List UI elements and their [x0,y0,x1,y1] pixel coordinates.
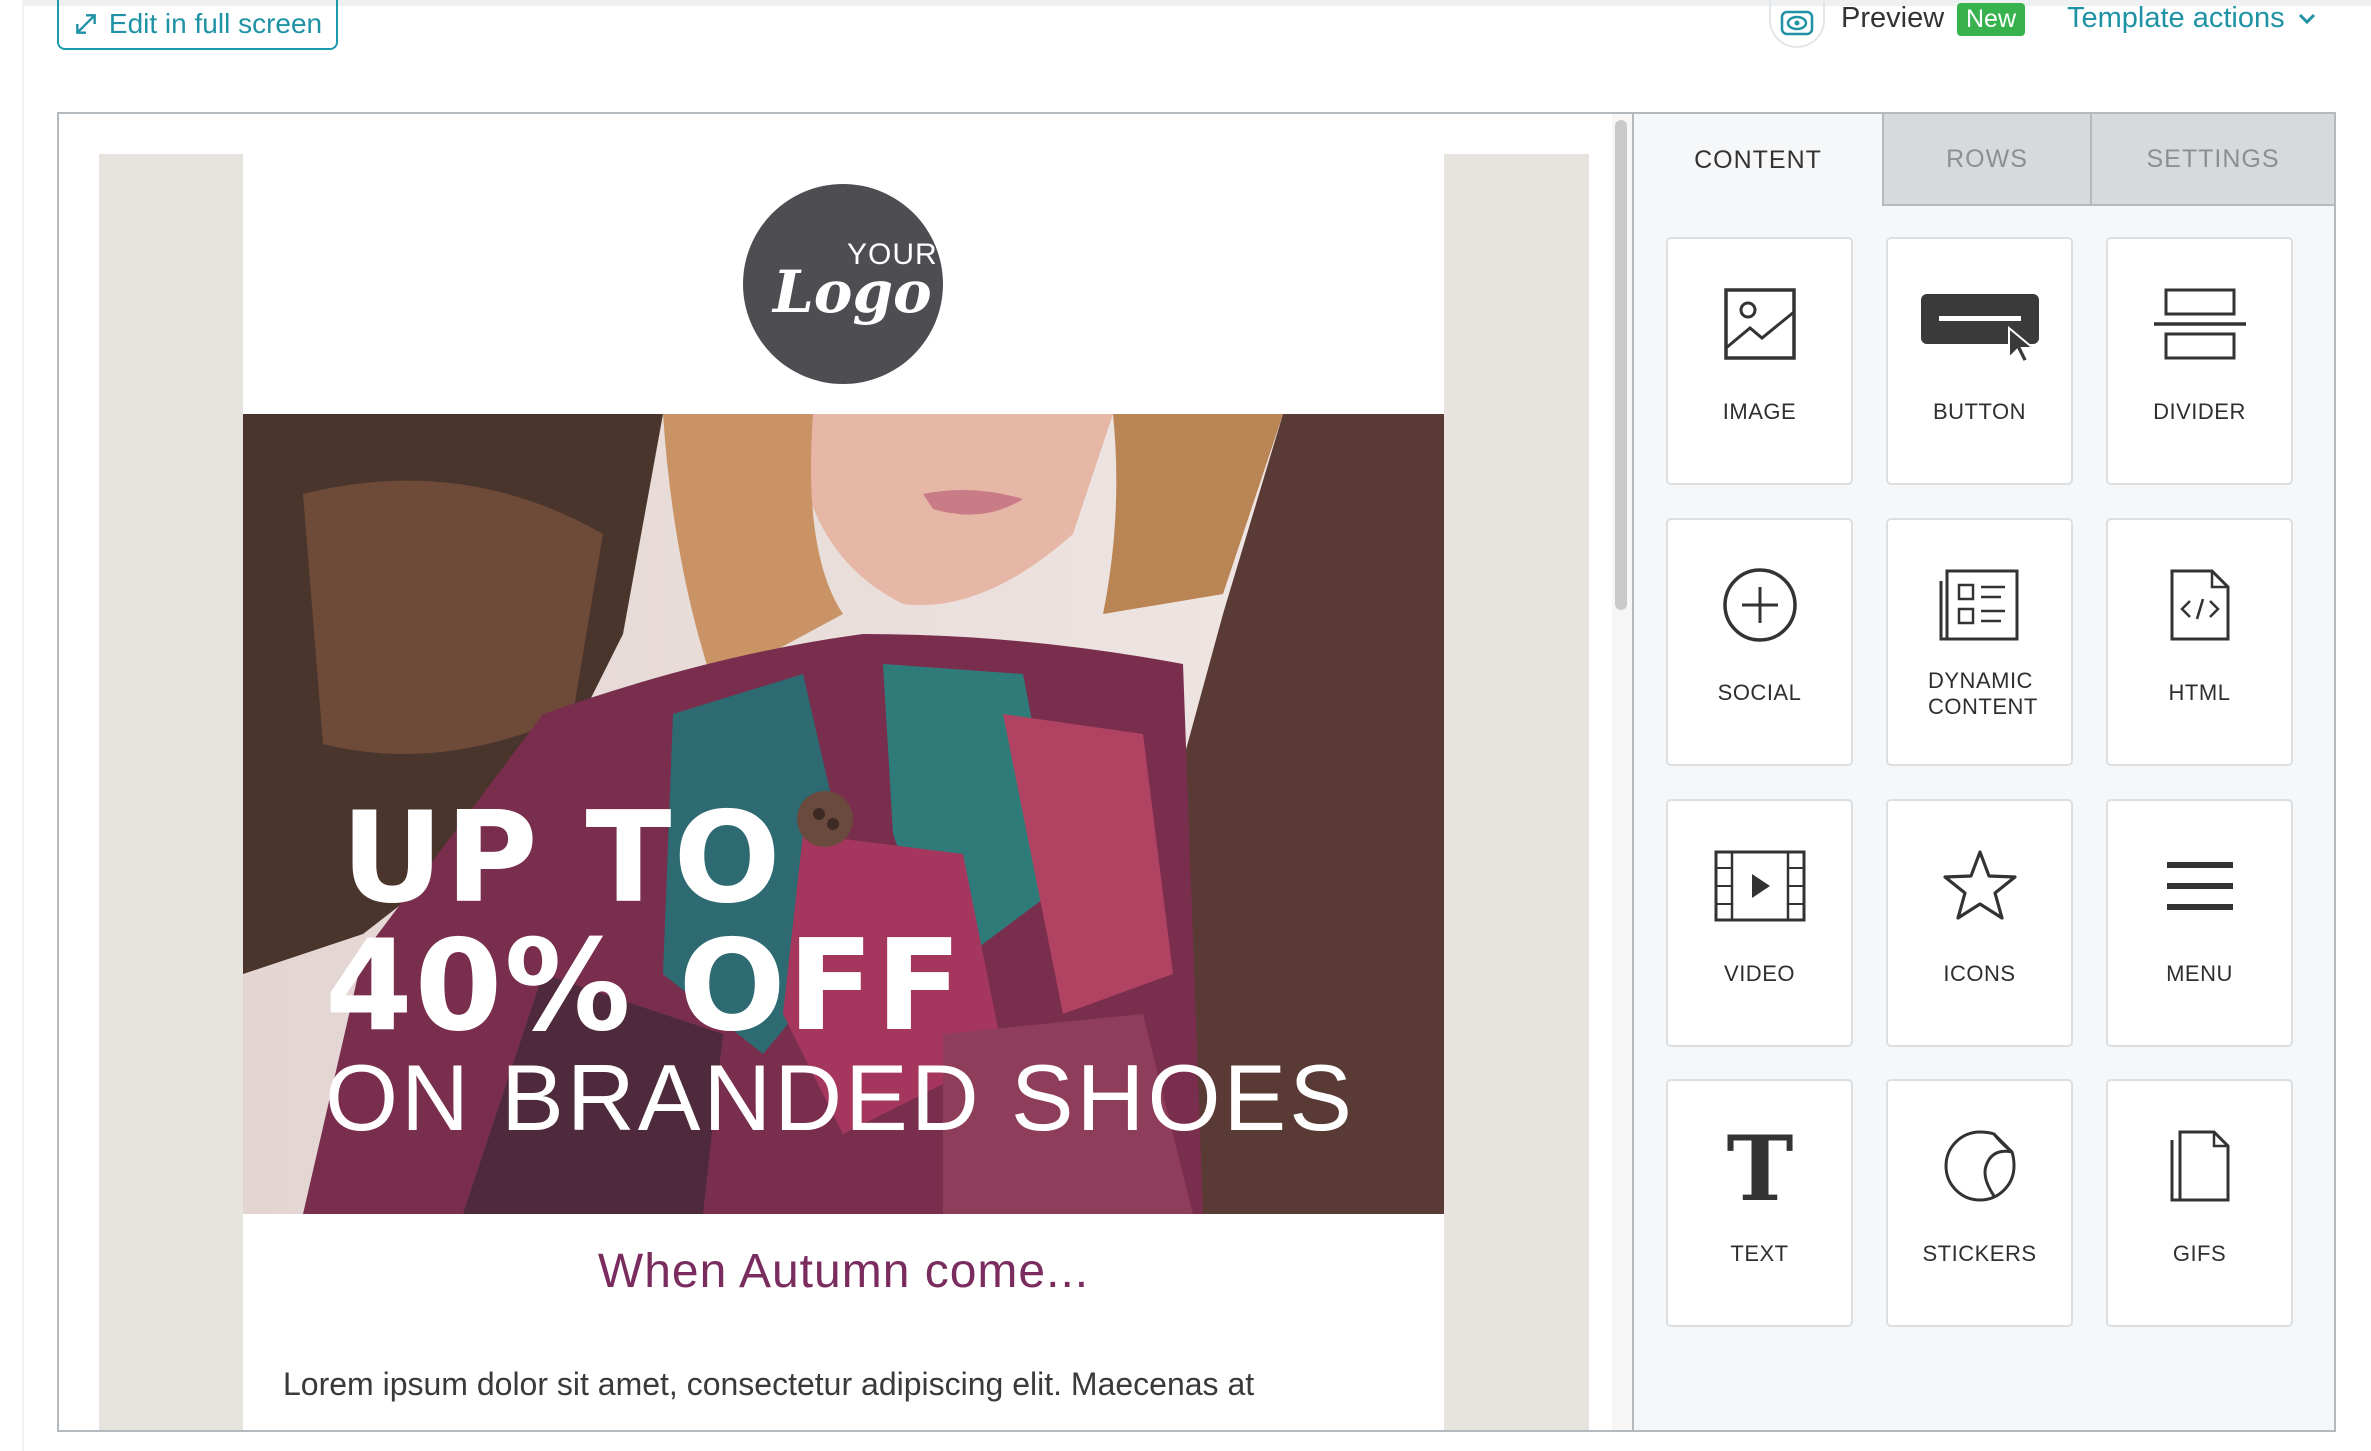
tab-rows[interactable]: ROWS [1882,114,2090,206]
block-label: DYNAMIC CONTENT [1928,668,2038,719]
gif-file-icon [2108,1121,2291,1211]
star-icon [1888,841,2071,931]
block-icons[interactable]: ICONS [1886,799,2073,1047]
block-image[interactable]: IMAGE [1666,237,1853,485]
block-stickers[interactable]: STICKERS [1886,1079,2073,1327]
chevron-down-icon [2298,13,2315,24]
video-icon [1668,841,1851,931]
edit-fullscreen-label: Edit in full screen [108,8,323,39]
block-divider[interactable]: DIVIDER [2106,237,2293,485]
block-label: BUTTON [1932,399,2027,424]
hero-subheadline: ON BRANDED SHOES [325,1045,1355,1150]
tab-content[interactable]: CONTENT [1634,114,1882,206]
email-editor: YOUR Logo UP TO 40% OFF ON BRANDED SHOES… [57,112,2336,1432]
block-label: ICONS [1943,961,2016,986]
block-label: VIDEO [1724,961,1795,986]
block-label: STICKERS [1922,1241,2037,1266]
body-paragraph[interactable]: Lorem ipsum dolor sit amet, consectetur … [283,1354,1413,1414]
block-label: HTML [2168,680,2231,705]
hero-image[interactable]: UP TO 40% OFF ON BRANDED SHOES [243,414,1444,1214]
new-badge: New [1957,3,2026,36]
block-button[interactable]: BUTTON [1886,237,2073,485]
hero-headline-line2: 40% OFF [325,912,964,1059]
template-actions-label: Template actions [2067,2,2285,34]
sticker-icon [1888,1121,2071,1211]
block-dynamic-content[interactable]: DYNAMIC CONTENT [1886,518,2073,766]
tab-settings[interactable]: SETTINGS [2090,114,2334,206]
block-text[interactable]: T TEXT [1666,1079,1853,1327]
block-video[interactable]: VIDEO [1666,799,1853,1047]
logo-script-text: Logo [773,258,932,326]
block-gifs[interactable]: GIFS [2106,1079,2293,1327]
divider-icon [2108,279,2291,369]
block-label: SOCIAL [1717,680,1802,705]
block-label: GIFS [2172,1241,2227,1266]
panel-tabs: CONTENT ROWS SETTINGS [1634,114,2334,206]
preview-link[interactable]: Preview [1841,2,1944,35]
block-label: DIVIDER [2153,399,2246,424]
text-icon: T [1668,1121,1851,1211]
eye-icon [1780,10,1814,36]
dynamic-content-icon [1888,560,2071,650]
logo-image[interactable]: YOUR Logo [743,184,943,384]
svg-text:T: T [1726,1126,1793,1206]
button-icon [1888,279,2071,369]
social-icon [1668,560,1851,650]
canvas-scrollbar-thumb[interactable] [1615,120,1627,610]
email-canvas[interactable]: YOUR Logo UP TO 40% OFF ON BRANDED SHOES… [59,114,1632,1430]
block-label: TEXT [1730,1241,1789,1266]
image-icon [1668,279,1851,369]
left-border [22,0,24,1451]
expand-icon [76,14,96,34]
block-social[interactable]: SOCIAL [1666,518,1853,766]
preview-eye-button[interactable] [1769,0,1825,48]
section-title[interactable]: When Autumn come... [243,1244,1444,1299]
hero-headline-line1: UP TO [341,784,783,931]
block-html[interactable]: HTML [2106,518,2293,766]
email-content: YOUR Logo UP TO 40% OFF ON BRANDED SHOES… [243,154,1444,1430]
block-menu[interactable]: MENU [2106,799,2293,1047]
block-label: IMAGE [1722,399,1797,424]
menu-icon [2108,841,2291,931]
block-label: MENU [2166,961,2233,986]
html-icon [2108,560,2291,650]
edit-fullscreen-button[interactable]: Edit in full screen [57,0,338,50]
template-actions-dropdown[interactable]: Template actions [2067,2,2317,35]
content-panel: CONTENT ROWS SETTINGS IMAGE BUTTON DIVID… [1632,114,2334,1430]
